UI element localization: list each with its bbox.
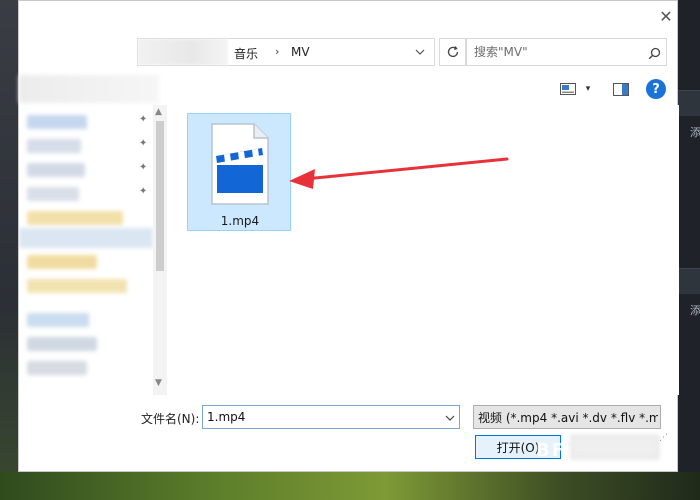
watermark: BF (536, 440, 567, 461)
file-list-pane[interactable]: 1.mp4 (167, 105, 679, 395)
close-icon: ✕ (659, 6, 673, 26)
close-button[interactable]: ✕ (653, 5, 679, 27)
view-options-icon (560, 83, 576, 95)
pin-icon: ✦ (139, 114, 148, 125)
scrollbar-thumb[interactable] (156, 121, 164, 271)
nav-item[interactable] (27, 313, 89, 327)
nav-item[interactable] (27, 115, 87, 129)
pin-icon: ✦ (139, 138, 148, 149)
nav-item[interactable] (27, 139, 81, 153)
filename-input[interactable] (203, 406, 433, 428)
file-name-label: 1.mp4 (220, 214, 260, 228)
breadcrumb-music[interactable]: 音乐 (234, 45, 258, 62)
nav-item[interactable] (27, 361, 87, 375)
background-side-text: 添 (690, 304, 700, 317)
preview-pane-button[interactable] (610, 79, 632, 99)
scroll-up-icon[interactable]: ▲ (155, 107, 162, 117)
resize-grip-icon[interactable]: ⋰ (659, 433, 668, 443)
navigation-pane[interactable]: ✦ ✦ ✦ ✦ (19, 105, 153, 395)
chevron-down-icon (445, 415, 455, 421)
search-button[interactable] (644, 43, 664, 63)
change-view-button[interactable] (556, 79, 580, 99)
chevron-down-icon (415, 49, 425, 55)
address-bar[interactable]: 音乐 › MV (137, 38, 435, 66)
refresh-icon (447, 46, 459, 58)
annotation-arrow (289, 157, 509, 189)
search-input[interactable] (466, 39, 636, 65)
file-type-select[interactable]: 视频 (*.mp4 *.avi *.dv *.flv *.m (473, 405, 661, 429)
breadcrumb-mv[interactable]: MV (291, 45, 310, 59)
navigation-scrollbar[interactable]: ▲ ▼ (153, 105, 167, 395)
background-bottom-strip (0, 472, 700, 500)
nav-item[interactable] (27, 279, 127, 293)
nav-item[interactable] (27, 211, 123, 225)
nav-item[interactable] (27, 337, 97, 351)
background-panel-row (678, 268, 700, 294)
filename-label: 文件名(N): (141, 412, 200, 426)
file-open-dialog: ✕ 音乐 › MV ▾ (18, 0, 679, 472)
address-bar-blurred-prefix (138, 39, 228, 65)
file-item[interactable]: 1.mp4 (187, 113, 291, 231)
nav-item[interactable] (27, 255, 97, 269)
nav-item-selected[interactable] (19, 228, 153, 248)
help-icon: ? (652, 81, 660, 97)
search-icon (648, 47, 660, 59)
pin-icon: ✦ (139, 186, 148, 197)
background-side-text: 添 (690, 126, 700, 139)
cancel-button[interactable] (571, 435, 659, 459)
address-history-button[interactable] (410, 43, 430, 61)
filename-combobox[interactable] (202, 405, 460, 429)
preview-pane-icon (613, 82, 629, 96)
background-left-strip (0, 0, 18, 500)
nav-item[interactable] (27, 163, 85, 177)
search-box[interactable] (465, 38, 667, 66)
background-right-panel: 添 添 (678, 0, 700, 500)
toolbar-blurred-region (19, 75, 159, 103)
refresh-button[interactable] (439, 38, 467, 66)
background-panel-row (678, 90, 700, 116)
video-file-icon (211, 123, 269, 205)
scroll-down-icon[interactable]: ▼ (155, 378, 162, 388)
file-type-value: 视频 (*.mp4 *.avi *.dv *.flv *.m (478, 410, 658, 425)
nav-item[interactable] (27, 187, 79, 201)
pin-icon: ✦ (139, 162, 148, 173)
filename-history-button[interactable] (441, 409, 459, 427)
breadcrumb-separator-icon[interactable]: › (275, 45, 279, 58)
view-options-dropdown[interactable]: ▾ (581, 81, 595, 97)
help-button[interactable]: ? (646, 79, 666, 99)
